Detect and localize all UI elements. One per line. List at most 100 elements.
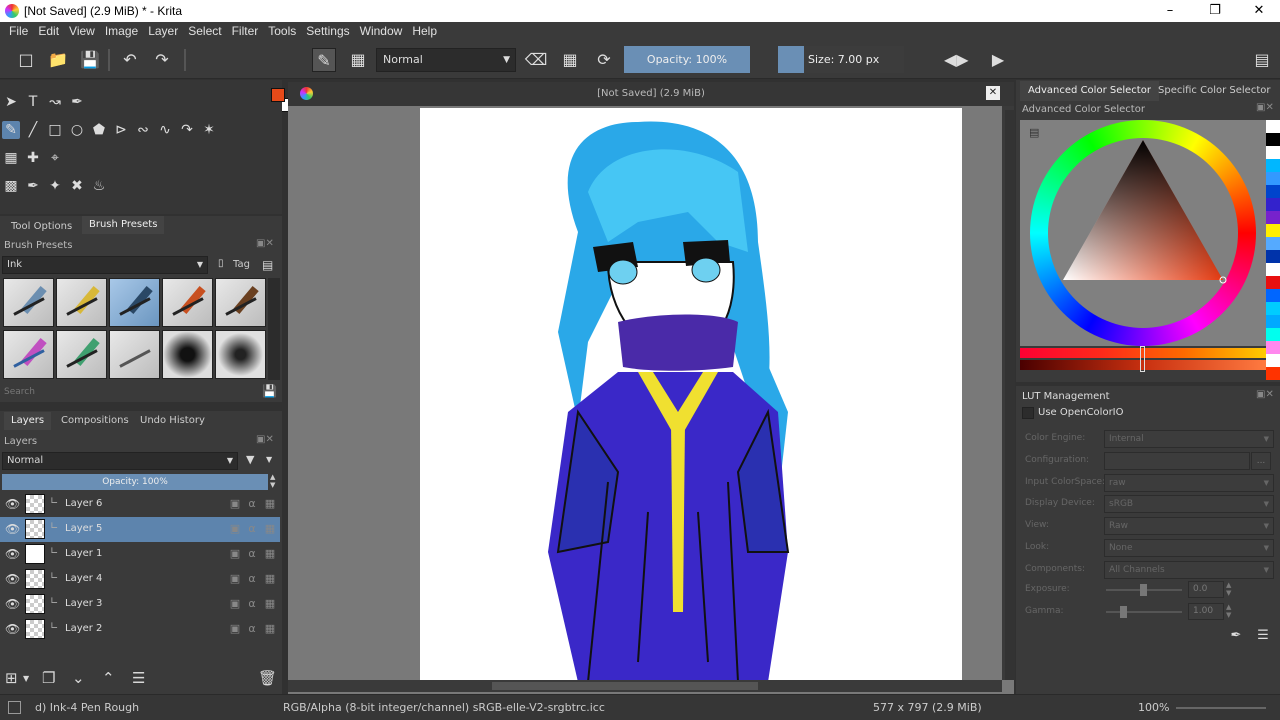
alpha-lock-icon[interactable]: ▦ xyxy=(263,572,277,586)
save-icon[interactable]: 💾 xyxy=(78,48,102,72)
open-document-icon[interactable]: 📁 xyxy=(46,48,70,72)
lut-field-select[interactable]: sRGB ▼ xyxy=(1104,495,1274,514)
eraser-icon[interactable]: ⌫ xyxy=(524,48,548,72)
smart-patch-icon[interactable]: ✦ xyxy=(46,177,64,195)
use-ocio-checkbox[interactable] xyxy=(1022,407,1034,419)
lock-icon[interactable]: ▣ xyxy=(228,597,242,611)
tab-compositions[interactable]: Compositions xyxy=(54,412,136,430)
size-slider-fill[interactable] xyxy=(778,46,804,73)
layer-properties-icon[interactable]: ☰ xyxy=(132,669,145,687)
tab-brush-presets[interactable]: Brush Presets xyxy=(82,216,165,234)
select-shapes-icon[interactable]: ➤ xyxy=(2,93,20,111)
color-swatch[interactable] xyxy=(1266,224,1280,237)
alpha-lock-icon[interactable]: ▦ xyxy=(263,622,277,636)
color-swatch[interactable] xyxy=(1266,198,1280,211)
brush-preset-icon[interactable]: ✎ xyxy=(312,48,336,72)
brush-preset-ink-7[interactable] xyxy=(3,330,54,379)
layer-row[interactable]: 👁 ∟ Layer 4 ▣ α ▦ xyxy=(0,567,280,592)
brush-presets-scrollbar[interactable] xyxy=(268,278,280,380)
lut-field-select[interactable]: Internal ▼ xyxy=(1104,430,1274,448)
foreground-color[interactable] xyxy=(271,88,285,102)
layer-row[interactable]: 👁 ∟ Layer 1 ▣ α ▦ xyxy=(0,542,280,567)
polygon-tool-icon[interactable]: ⬟ xyxy=(90,121,108,139)
reload-preset-icon[interactable]: ⟳ xyxy=(592,48,616,72)
menu-filter[interactable]: Filter xyxy=(227,22,264,38)
close-window-button[interactable]: ✕ xyxy=(1237,0,1280,22)
undo-icon[interactable]: ↶ xyxy=(118,48,142,72)
docker-float-close-icon[interactable]: ▣✕ xyxy=(1256,102,1274,113)
gamma-stepper[interactable]: ▲ ▼ xyxy=(1226,603,1231,619)
brush-preset-ink-8[interactable] xyxy=(56,330,107,379)
crop-tool-icon[interactable]: ⌖ xyxy=(46,149,64,167)
brush-preset-ink-6[interactable] xyxy=(215,278,266,327)
brush-preset-ink-10[interactable] xyxy=(162,330,213,379)
maximize-button[interactable]: ❐ xyxy=(1193,0,1237,22)
ellipse-tool-icon[interactable]: ○ xyxy=(68,121,86,139)
layer-name[interactable]: Layer 6 xyxy=(65,498,102,509)
tab-undo-history[interactable]: Undo History xyxy=(133,412,212,430)
lut-field-select[interactable]: Raw ▼ xyxy=(1104,517,1274,536)
color-swatch[interactable] xyxy=(1266,341,1280,354)
layer-name[interactable]: Layer 2 xyxy=(65,623,102,634)
move-layer-down-icon[interactable]: ⌄ xyxy=(72,669,85,687)
eyedropper-icon[interactable]: ✒ xyxy=(1226,626,1246,646)
tab-advanced-color-selector[interactable]: Advanced Color Selector xyxy=(1020,81,1159,101)
color-swatch[interactable] xyxy=(1266,263,1280,276)
size-slider[interactable]: Size: 7.00 px xyxy=(804,46,904,73)
brush-preset-ink-2[interactable] xyxy=(56,278,107,327)
tab-specific-color-selector[interactable]: Specific Color Selector xyxy=(1150,81,1278,101)
menu-settings[interactable]: Settings xyxy=(301,22,354,38)
layer-name[interactable]: Layer 4 xyxy=(65,573,102,584)
brush-preset-ink-1[interactable] xyxy=(3,278,54,327)
status-zoom[interactable]: 100% xyxy=(1138,701,1169,714)
layer-row[interactable]: 👁 ∟ Layer 5 ▣ α ▦ xyxy=(0,517,280,542)
toolbar-menu-icon[interactable]: ▤ xyxy=(1250,48,1274,72)
line-tool-icon[interactable]: ╱ xyxy=(24,121,42,139)
rectangle-tool-icon[interactable]: □ xyxy=(46,121,64,139)
dynamic-brush-icon[interactable]: ↷ xyxy=(178,121,196,139)
docker-float-close-icon[interactable]: ▣✕ xyxy=(1256,389,1274,400)
visibility-eye-icon[interactable]: 👁 xyxy=(5,547,20,561)
lut-field-select[interactable]: All Channels ▼ xyxy=(1104,560,1274,579)
lock-icon[interactable]: ▣ xyxy=(228,547,242,561)
move-layer-up-icon[interactable]: ⌃ xyxy=(102,669,115,687)
duplicate-layer-icon[interactable]: ❐ xyxy=(42,669,55,687)
brush-search-input[interactable]: Search xyxy=(4,387,35,397)
docker-vertical-scrollbar[interactable] xyxy=(1005,110,1015,680)
menu-edit[interactable]: Edit xyxy=(33,22,64,38)
gradient-tool-icon[interactable]: ▩ xyxy=(2,177,20,195)
exposure-stepper[interactable]: ▲ ▼ xyxy=(1226,581,1231,597)
alpha-lock-icon[interactable]: ▦ xyxy=(558,48,582,72)
lut-field-select[interactable]: None ▼ xyxy=(1104,539,1274,557)
text-tool-icon[interactable]: T xyxy=(24,93,42,111)
layer-name[interactable]: Layer 5 xyxy=(65,523,102,534)
alpha-lock-icon[interactable]: ▦ xyxy=(263,497,277,511)
filter-icon[interactable]: ▼ xyxy=(246,453,254,466)
alpha-inherit-icon[interactable]: α xyxy=(245,497,259,511)
tag-icon[interactable]: ▯ xyxy=(218,258,224,269)
freehand-path-icon[interactable]: ∿ xyxy=(156,121,174,139)
lock-icon[interactable]: ▣ xyxy=(228,622,242,636)
visibility-eye-icon[interactable]: 👁 xyxy=(5,597,20,611)
new-document-icon[interactable]: □ xyxy=(14,48,38,72)
color-picker-icon[interactable]: ✒ xyxy=(24,177,42,195)
color-swatch[interactable] xyxy=(1266,185,1280,198)
workspace-icon[interactable]: ▦ xyxy=(346,48,370,72)
brush-filter-select[interactable]: Ink ▼ xyxy=(2,256,208,274)
color-swatch[interactable] xyxy=(1266,302,1280,315)
slider-handle[interactable] xyxy=(1140,346,1145,372)
lock-icon[interactable]: ▣ xyxy=(228,497,242,511)
zoom-slider[interactable] xyxy=(1176,707,1266,709)
exposure-spinbox[interactable]: 0.0 xyxy=(1188,581,1224,598)
menu-file[interactable]: File xyxy=(4,22,33,38)
color-swatch[interactable] xyxy=(1266,315,1280,328)
color-swatch[interactable] xyxy=(1266,211,1280,224)
canvas-area[interactable] xyxy=(288,82,1014,694)
move-tool-icon[interactable]: ✚ xyxy=(24,149,42,167)
polyline-tool-icon[interactable]: ⊳ xyxy=(112,121,130,139)
lut-field-select[interactable]: raw ▼ xyxy=(1104,473,1274,492)
alpha-inherit-icon[interactable]: α xyxy=(245,622,259,636)
gamma-spinbox[interactable]: 1.00 xyxy=(1188,603,1224,620)
bezier-tool-icon[interactable]: ∾ xyxy=(134,121,152,139)
brush-status-icon[interactable] xyxy=(8,701,21,714)
